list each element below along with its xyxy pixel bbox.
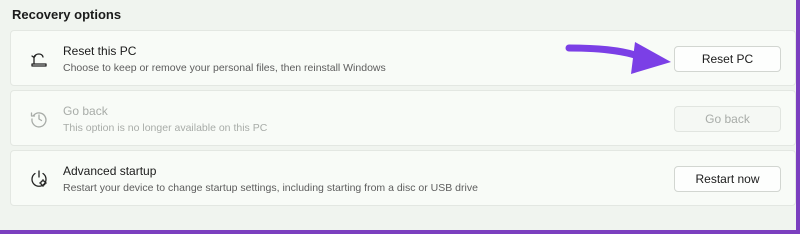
option-title: Reset this PC	[63, 44, 137, 58]
option-reset-pc: Reset this PC Choose to keep or remove y…	[10, 30, 796, 86]
option-title: Advanced startup	[63, 164, 157, 178]
option-description: Restart your device to change startup se…	[63, 182, 478, 194]
go-back-button: Go back	[674, 106, 781, 132]
settings-panel: Recovery options Reset this PC Choose to…	[0, 0, 800, 234]
restart-now-button[interactable]: Restart now	[674, 166, 781, 192]
reset-pc-icon	[29, 49, 49, 69]
section-title: Recovery options	[12, 7, 122, 22]
annotation-arrow-icon	[565, 42, 671, 74]
option-description: This option is no longer available on th…	[63, 122, 268, 134]
history-icon	[29, 109, 49, 129]
reset-pc-button[interactable]: Reset PC	[674, 46, 781, 72]
option-description: Choose to keep or remove your personal f…	[63, 62, 386, 74]
option-title: Go back	[63, 104, 108, 118]
option-go-back: Go back This option is no longer availab…	[10, 90, 796, 146]
advanced-startup-icon	[29, 169, 49, 189]
option-advanced-startup: Advanced startup Restart your device to …	[10, 150, 796, 206]
